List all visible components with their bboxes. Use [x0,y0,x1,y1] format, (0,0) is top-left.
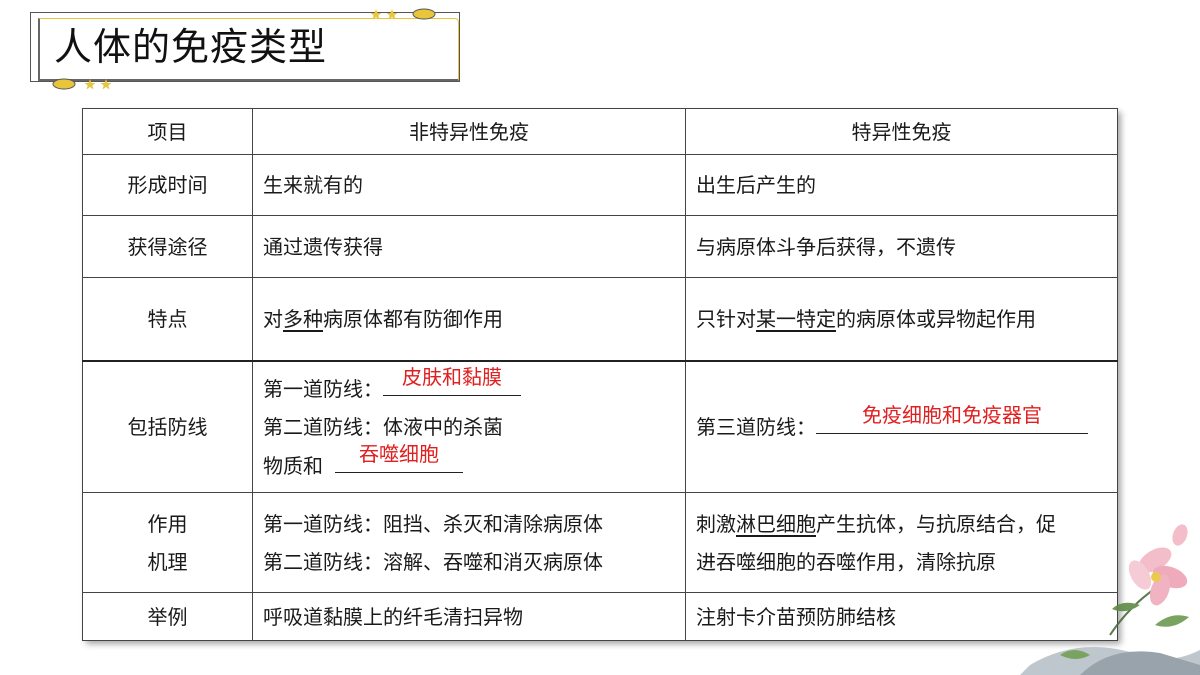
header-row: 项目 非特异性免疫 特异性免疫 [82,108,1118,155]
row-label: 包括防线 [82,359,253,493]
text: 物质和 [263,453,323,478]
title-frame: 人体的免疫类型 [30,12,460,82]
row-label: 形成时间 [82,154,253,216]
underlined-keyword: 淋巴细胞 [736,511,816,536]
cell-specific: 只针对某一特定的病原体或异物起作用 [685,277,1118,361]
line-1: 第一道防线： 皮肤和黏膜 [263,365,675,408]
table-row-formation-time: 形成时间 生来就有的 出生后产生的 [82,154,1118,216]
table-row-defense-lines: 包括防线 第一道防线： 皮肤和黏膜 第二道防线：体液中的杀菌 物质和 吞噬细胞 第三… [82,359,1118,493]
line-2: 第二道防线：体液中的杀菌 [263,414,503,439]
row-label: 特点 [82,277,253,361]
fill-blank: 吞噬细胞 [335,442,463,473]
cell-nonspecific: 第一道防线： 皮肤和黏膜 第二道防线：体液中的杀菌 物质和 吞噬细胞 [252,359,686,493]
answer-text: 免疫细胞和免疫器官 [862,403,1042,428]
cell-nonspecific: 对多种病原体都有防御作用 [252,277,686,361]
answer-text: 皮肤和黏膜 [402,364,502,389]
table-row-features: 特点 对多种病原体都有防御作用 只针对某一特定的病原体或异物起作用 [82,277,1118,361]
line-2: 第二道防线：溶解、吞噬和消灭病原体 [263,549,603,574]
cell-specific: 与病原体斗争后获得，不遗传 [685,215,1118,278]
text: 只针对 [696,306,756,331]
header-nonspecific: 非特异性免疫 [252,108,686,155]
flower-decoration [1020,524,1200,675]
cell-nonspecific: 第一道防线：阻挡、杀灭和清除病原体 第二道防线：溶解、吞噬和消灭病原体 [252,492,686,593]
answer-text: 吞噬细胞 [359,441,439,466]
text: 第一道防线： [263,376,383,401]
line-1: 第一道防线：阻挡、杀灭和清除病原体 [263,511,603,536]
table-row-mechanism: 作用 机理 第一道防线：阻挡、杀灭和清除病原体 第二道防线：溶解、吞噬和消灭病原体 … [82,492,1118,593]
cell-nonspecific: 生来就有的 [252,154,686,216]
gold-ornament-bottom [52,78,112,90]
fill-blank: 皮肤和黏膜 [383,365,521,396]
line-3: 物质和 吞噬细胞 [263,442,675,485]
underlined-keyword: 某一特定 [756,306,836,331]
text: 病原体都有防御作用 [323,306,503,331]
row-label: 获得途径 [82,215,253,278]
text: 第三道防线： [696,415,816,440]
fill-blank: 免疫细胞和免疫器官 [816,403,1088,435]
header-specific: 特异性免疫 [685,108,1118,155]
cell-specific: 第三道防线： 免疫细胞和免疫器官 [685,359,1118,493]
table-row-acquisition: 获得途径 通过遗传获得 与病原体斗争后获得，不遗传 [82,215,1118,278]
table-row-example: 举例 呼吸道黏膜上的纤毛清扫异物 注射卡介苗预防肺结核 [82,592,1118,641]
row-label: 举例 [82,592,253,641]
cell-nonspecific: 呼吸道黏膜上的纤毛清扫异物 [252,592,686,641]
label-line: 机理 [147,549,188,574]
header-item: 项目 [82,108,253,155]
text: 刺激 [696,511,736,536]
underlined-keyword: 多种 [283,306,323,331]
row-label: 作用 机理 [82,492,253,593]
cell-specific: 出生后产生的 [685,154,1118,216]
page-title: 人体的免疫类型 [54,25,328,69]
label-line: 作用 [147,511,188,536]
immunity-table: 项目 非特异性免疫 特异性免疫 形成时间 生来就有的 出生后产生的 获得途径 通… [82,108,1118,641]
gold-ornament-top [370,8,436,20]
cell-nonspecific: 通过遗传获得 [252,215,686,278]
text: 对 [263,306,283,331]
text: 的病原体或异物起作用 [836,306,1036,331]
